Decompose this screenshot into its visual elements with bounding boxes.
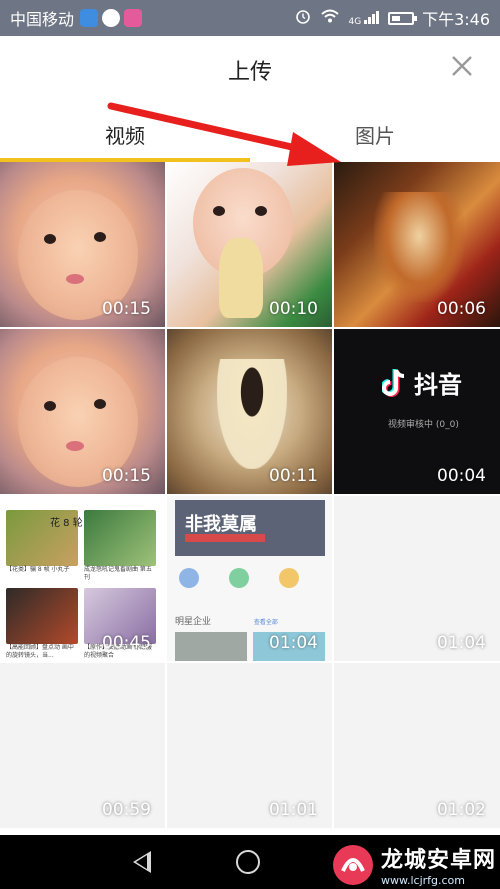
back-button[interactable] bbox=[132, 851, 151, 873]
video-duration: 01:04 bbox=[437, 633, 486, 653]
video-duration: 01:01 bbox=[269, 800, 318, 820]
home-button[interactable] bbox=[235, 850, 260, 874]
video-thumbnail[interactable]: 01:04 bbox=[334, 496, 500, 661]
mini-tag: 花 8 轮 bbox=[50, 518, 83, 529]
douyin-note-icon bbox=[382, 368, 405, 397]
network-type: 4G bbox=[348, 16, 362, 27]
battery-icon bbox=[388, 11, 418, 25]
mini-video-caption: 【高能回顾】盘点动 画中的旋转镜头，当... bbox=[6, 644, 74, 659]
video-thumbnail[interactable]: 00:59 bbox=[0, 663, 165, 828]
mouth-shape bbox=[66, 441, 84, 451]
alarm-icon bbox=[294, 7, 312, 29]
watermark-name: 龙城安卓网 bbox=[380, 848, 496, 873]
navigation-bar: 龙城安卓网 www.lcjrfg.com bbox=[0, 835, 500, 889]
eye-shape bbox=[44, 234, 56, 244]
shortcut-icon bbox=[179, 568, 199, 588]
upload-sheet: 上传 视频 图片 00:15 00:10 00:06 00:15 00:11 抖… bbox=[0, 36, 500, 835]
video-duration: 00:06 bbox=[437, 299, 486, 319]
video-duration: 00:15 bbox=[102, 466, 151, 486]
mini-video-caption: 【花类】骗 8 帧 小丸子 bbox=[6, 566, 70, 573]
video-thumbnail[interactable]: 00:15 bbox=[0, 329, 165, 494]
shortcut-icon bbox=[229, 568, 249, 588]
video-duration: 01:04 bbox=[269, 633, 318, 653]
home-icon bbox=[235, 850, 260, 874]
video-thumbnail[interactable]: 【花类】骗 8 帧 小丸子 成龙怒吼记鬼畜剧曲 第五刊 【高能回顾】盘点动 画中… bbox=[0, 496, 165, 661]
video-thumbnail[interactable]: 00:11 bbox=[167, 329, 332, 494]
page-title: 上传 bbox=[227, 60, 272, 85]
video-thumbnail[interactable]: 非我莫属 明星企业 查看全部 01:04 bbox=[167, 496, 332, 661]
video-duration: 00:59 bbox=[102, 800, 151, 820]
eye-shape bbox=[255, 206, 267, 216]
section-title-text: 明星企业 bbox=[175, 617, 212, 627]
video-duration: 00:04 bbox=[437, 466, 486, 486]
mouth-shape bbox=[66, 274, 84, 284]
video-thumbnail[interactable]: 00:10 bbox=[167, 162, 332, 327]
video-duration: 00:15 bbox=[102, 299, 151, 319]
video-duration: 00:10 bbox=[269, 299, 318, 319]
app-shortcut-icons bbox=[179, 568, 299, 588]
section-title: 明星企业 查看全部 bbox=[175, 614, 278, 627]
eye-shape bbox=[213, 206, 225, 216]
mini-video-card: 成龙怒吼记鬼畜剧曲 第五刊 bbox=[84, 510, 156, 582]
video-thumbnail[interactable]: 01:01 bbox=[167, 663, 332, 828]
photo-app-icon bbox=[124, 9, 143, 27]
douyin-logo: 抖音 bbox=[382, 365, 462, 400]
video-thumbnail[interactable]: 01:02 bbox=[334, 663, 500, 828]
mini-video-thumb bbox=[6, 588, 78, 644]
app-card bbox=[175, 632, 247, 661]
banner-text: 非我莫属 bbox=[185, 514, 257, 535]
close-button[interactable] bbox=[446, 52, 478, 84]
video-thumbnail[interactable]: 00:15 bbox=[0, 162, 165, 327]
eye-shape bbox=[44, 401, 56, 411]
video-thumbnail[interactable]: 抖音 视频审核中 (0_0) 00:04 bbox=[334, 329, 500, 494]
video-thumbnail[interactable]: 00:06 bbox=[334, 162, 500, 327]
wifi-icon bbox=[320, 8, 340, 28]
watermark-url: www.lcjrfg.com bbox=[380, 874, 465, 887]
signal-icon: 4G bbox=[348, 10, 380, 27]
eye-shape bbox=[94, 399, 106, 409]
video-duration: 00:11 bbox=[269, 466, 318, 486]
sleeping-baby-figure bbox=[217, 359, 287, 469]
douyin-name: 抖音 bbox=[414, 371, 462, 399]
video-duration: 01:02 bbox=[437, 800, 486, 820]
eye-shape bbox=[94, 232, 106, 242]
anime-figure bbox=[374, 192, 464, 302]
annotation-arrow-icon bbox=[107, 102, 341, 166]
shortcut-icon bbox=[279, 568, 299, 588]
site-watermark: 龙城安卓网 www.lcjrfg.com bbox=[331, 842, 496, 887]
mini-video-caption: 成龙怒吼记鬼畜剧曲 第五刊 bbox=[84, 566, 152, 581]
mini-video-card: 【高能回顾】盘点动 画中的旋转镜头，当... bbox=[6, 588, 78, 660]
carrier-name: 中国移动 bbox=[10, 10, 75, 29]
sheet-header: 上传 bbox=[0, 36, 500, 104]
video-duration: 00:45 bbox=[102, 633, 151, 653]
banner-subtitle-bar bbox=[185, 534, 265, 542]
status-bar: 中国移动 4G 下午3:46 bbox=[0, 0, 500, 36]
app-banner: 非我莫属 bbox=[175, 500, 325, 556]
banana-shape bbox=[219, 238, 263, 318]
clock: 下午3:46 bbox=[422, 10, 490, 29]
douyin-status: 视频审核中 (0_0) bbox=[388, 420, 459, 430]
back-icon bbox=[132, 851, 151, 873]
notification-app-icons bbox=[80, 9, 143, 27]
chat-app-icon bbox=[102, 9, 121, 27]
video-grid: 00:15 00:10 00:06 00:15 00:11 抖音 视频审核中 (… bbox=[0, 162, 500, 828]
watermark-logo bbox=[332, 844, 373, 885]
maps-app-icon bbox=[80, 9, 99, 27]
close-icon bbox=[452, 56, 472, 76]
mini-video-thumb bbox=[84, 510, 156, 566]
section-link: 查看全部 bbox=[253, 619, 278, 626]
